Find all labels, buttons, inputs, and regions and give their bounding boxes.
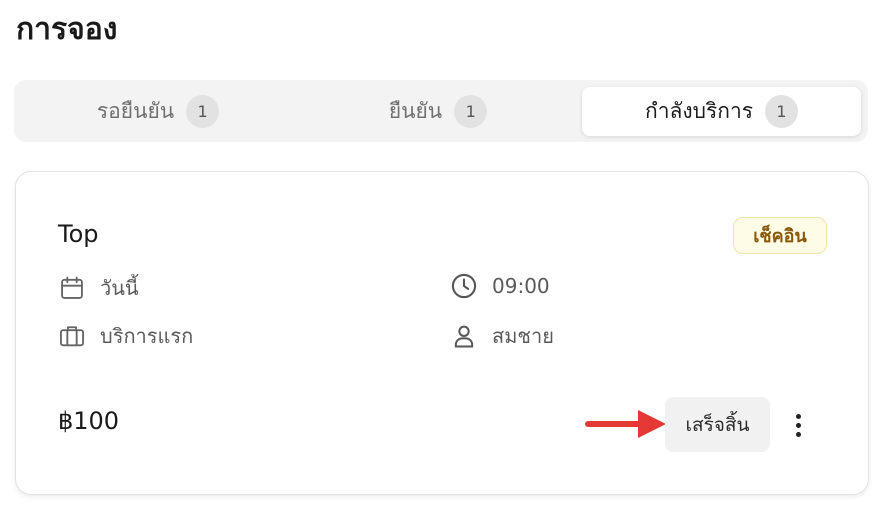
tab-count-badge: 1 — [454, 95, 488, 128]
booking-tabs: รอยืนยัน 1 ยืนยัน 1 กำลังบริการ 1 — [14, 80, 868, 142]
page-title: การจอง — [16, 12, 118, 47]
booking-date: วันนี้ — [58, 272, 139, 304]
time-value: 09:00 — [492, 274, 550, 298]
tab-count-badge: 1 — [186, 95, 220, 128]
calendar-icon — [61, 276, 83, 299]
finish-button[interactable]: เสร็จสิ้น — [665, 397, 770, 452]
booking-price: ฿100 — [58, 407, 120, 435]
tab-label: ยืนยัน — [388, 99, 443, 123]
tab-in-service[interactable]: กำลังบริการ 1 — [582, 87, 861, 136]
booking-staff: สมชาย — [450, 320, 554, 352]
booking-card: Top เช็คอิน วันนี้ 09:00 บริการแรก สมชาย… — [15, 171, 869, 495]
tab-label: กำลังบริการ — [644, 99, 754, 123]
more-vertical-icon[interactable] — [788, 409, 808, 441]
tab-pending[interactable]: รอยืนยัน 1 — [22, 87, 294, 136]
date-value: วันนี้ — [100, 276, 139, 300]
staff-value: สมชาย — [492, 324, 554, 348]
tab-confirmed[interactable]: ยืนยัน 1 — [302, 87, 574, 136]
booking-service: บริการแรก — [58, 320, 193, 352]
briefcase-icon — [59, 326, 85, 347]
service-value: บริการแรก — [100, 324, 194, 348]
tab-label: รอยืนยัน — [96, 99, 175, 123]
clock-icon — [451, 273, 477, 299]
red-arrow-icon — [585, 410, 666, 438]
booking-time: 09:00 — [450, 272, 550, 300]
status-badge: เช็คอิน — [733, 217, 827, 254]
tab-count-badge: 1 — [765, 95, 799, 128]
customer-name: Top — [58, 220, 99, 248]
user-icon — [454, 325, 474, 348]
